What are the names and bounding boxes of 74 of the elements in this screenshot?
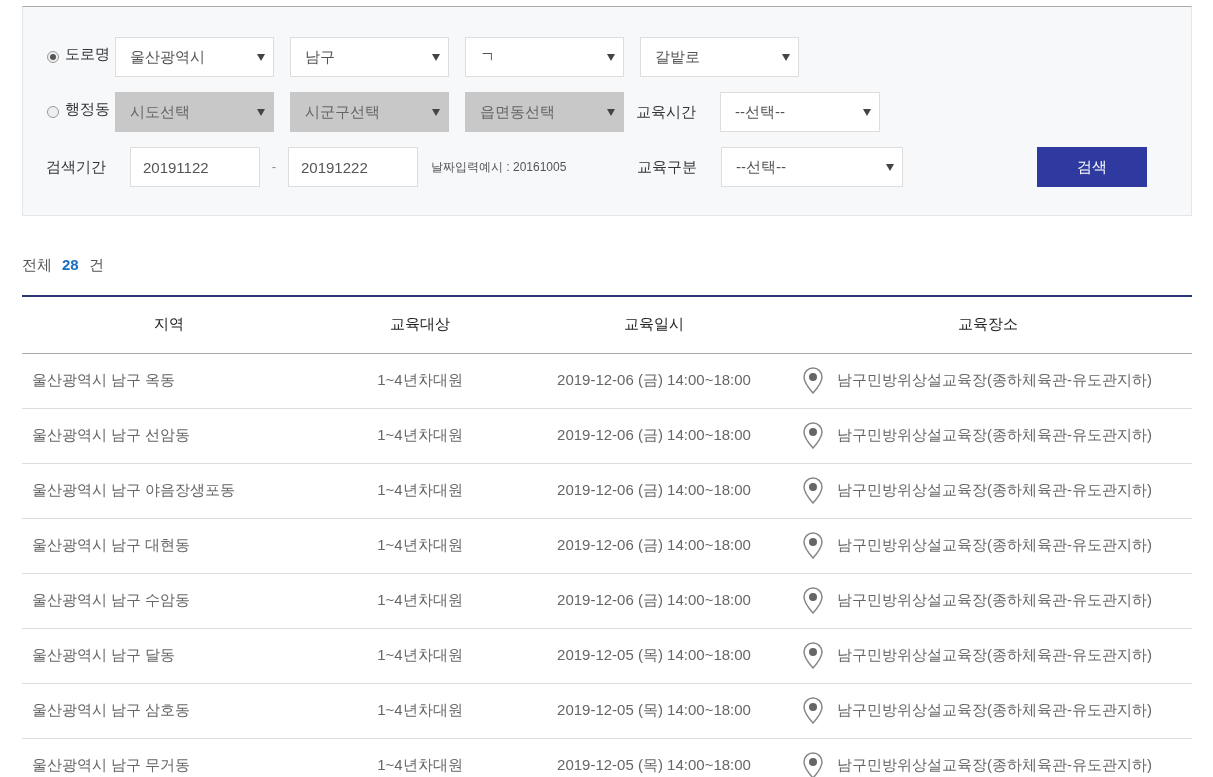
table-cell-text: 1~4년차대원 [376, 645, 464, 666]
table-cell-text: 2019-12-06 (금) 14:00~18:00 [556, 480, 752, 501]
map-pin-icon [803, 642, 823, 669]
date-input-field[interactable]: 20191222 [288, 147, 418, 187]
separator: - [270, 158, 278, 177]
caret-icon [886, 163, 894, 171]
dropdown[interactable]: 울산광역시 [115, 37, 274, 77]
table-cell-text: 1~4년차대원 [376, 480, 464, 501]
date-hint: 날짜입력예시 : 20161005 [431, 159, 568, 176]
table-cell-text: 1~4년차대원 [376, 755, 464, 776]
table-cell-text: 남구민방위상설교육장(종하체육관-유도관지하) [837, 535, 1152, 556]
dropdown[interactable]: ㄱ [465, 37, 624, 77]
caret-icon [432, 53, 440, 61]
table-cell-text: 남구민방위상설교육장(종하체육관-유도관지하) [837, 480, 1152, 501]
table-cell-text: 울산광역시 남구 옥동 [31, 370, 177, 391]
dropdown[interactable]: 갈밭로 [640, 37, 799, 77]
table-cell-text: 울산광역시 남구 무거동 [31, 755, 192, 776]
date-input-field[interactable]: 20191122 [130, 147, 260, 187]
caret-icon [863, 108, 871, 116]
table-cell-text: 남구민방위상설교육장(종하체육관-유도관지하) [837, 700, 1152, 721]
table-cell-text: 2019-12-06 (금) 14:00~18:00 [556, 425, 752, 446]
caret-icon [782, 53, 790, 61]
field-label: 교육시간 [636, 101, 697, 122]
radio-button[interactable] [47, 51, 59, 63]
table-cell-text: 남구민방위상설교육장(종하체육관-유도관지하) [837, 645, 1152, 666]
map-pin-icon [803, 532, 823, 559]
table-cell-text: 울산광역시 남구 대현동 [31, 535, 192, 556]
search-button[interactable]: 검색 [1037, 147, 1147, 187]
caret-icon [257, 108, 265, 116]
map-pin-icon [803, 697, 823, 724]
column-header: 교육장소 [956, 314, 1019, 335]
map-pin-icon [803, 367, 823, 394]
radio-label: 행정동 [65, 98, 111, 119]
column-header: 교육대상 [389, 314, 451, 335]
caret-icon [257, 53, 265, 61]
table-cell-text: 울산광역시 남구 선암동 [31, 425, 192, 446]
table-cell-text: 1~4년차대원 [376, 590, 464, 611]
table-cell-text: 남구민방위상설교육장(종하체육관-유도관지하) [837, 590, 1152, 611]
table-cell-text: 1~4년차대원 [376, 370, 464, 391]
caret-icon [432, 108, 440, 116]
field-label: 검색기간 [46, 156, 107, 177]
table-cell-text: 2019-12-06 (금) 14:00~18:00 [556, 370, 752, 391]
radio-button[interactable] [47, 106, 59, 118]
column-header: 지역 [152, 314, 185, 335]
table-cell-text: 2019-12-06 (금) 14:00~18:00 [556, 590, 752, 611]
dropdown[interactable]: --선택-- [721, 147, 903, 187]
table-cell-text: 남구민방위상설교육장(종하체육관-유도관지하) [837, 755, 1152, 776]
radio-label: 도로명 [65, 43, 111, 64]
table-cell-text: 1~4년차대원 [376, 535, 464, 556]
table-cell-text: 2019-12-06 (금) 14:00~18:00 [556, 535, 752, 556]
total-unit: 건 [88, 255, 104, 275]
map-pin-icon [803, 587, 823, 614]
table-cell-text: 울산광역시 남구 야음장생포동 [31, 480, 237, 501]
table-cell-text: 1~4년차대원 [376, 700, 464, 721]
total-count: 28 [62, 255, 79, 275]
caret-icon [607, 108, 615, 116]
dropdown[interactable]: 남구 [290, 37, 449, 77]
field-label: 교육구분 [637, 156, 698, 177]
table-cell-text: 울산광역시 남구 수암동 [31, 590, 192, 611]
map-pin-icon [803, 477, 823, 504]
table-cell-text: 남구민방위상설교육장(종하체육관-유도관지하) [837, 425, 1152, 446]
total-label: 전체 [22, 255, 52, 275]
table-cell-text: 2019-12-05 (목) 14:00~18:00 [556, 755, 752, 776]
map-pin-icon [803, 752, 823, 777]
table-cell-text: 2019-12-05 (목) 14:00~18:00 [556, 700, 752, 721]
column-header: 교육일시 [623, 314, 685, 335]
dropdown[interactable]: --선택-- [720, 92, 880, 132]
map-pin-icon [803, 422, 823, 449]
table-cell-text: 2019-12-05 (목) 14:00~18:00 [556, 645, 752, 666]
table-cell-text: 울산광역시 남구 삼호동 [31, 700, 192, 721]
caret-icon [607, 53, 615, 61]
table-cell-text: 울산광역시 남구 달동 [31, 645, 177, 666]
table-cell-text: 남구민방위상설교육장(종하체육관-유도관지하) [837, 370, 1152, 391]
table-cell-text: 1~4년차대원 [376, 425, 464, 446]
